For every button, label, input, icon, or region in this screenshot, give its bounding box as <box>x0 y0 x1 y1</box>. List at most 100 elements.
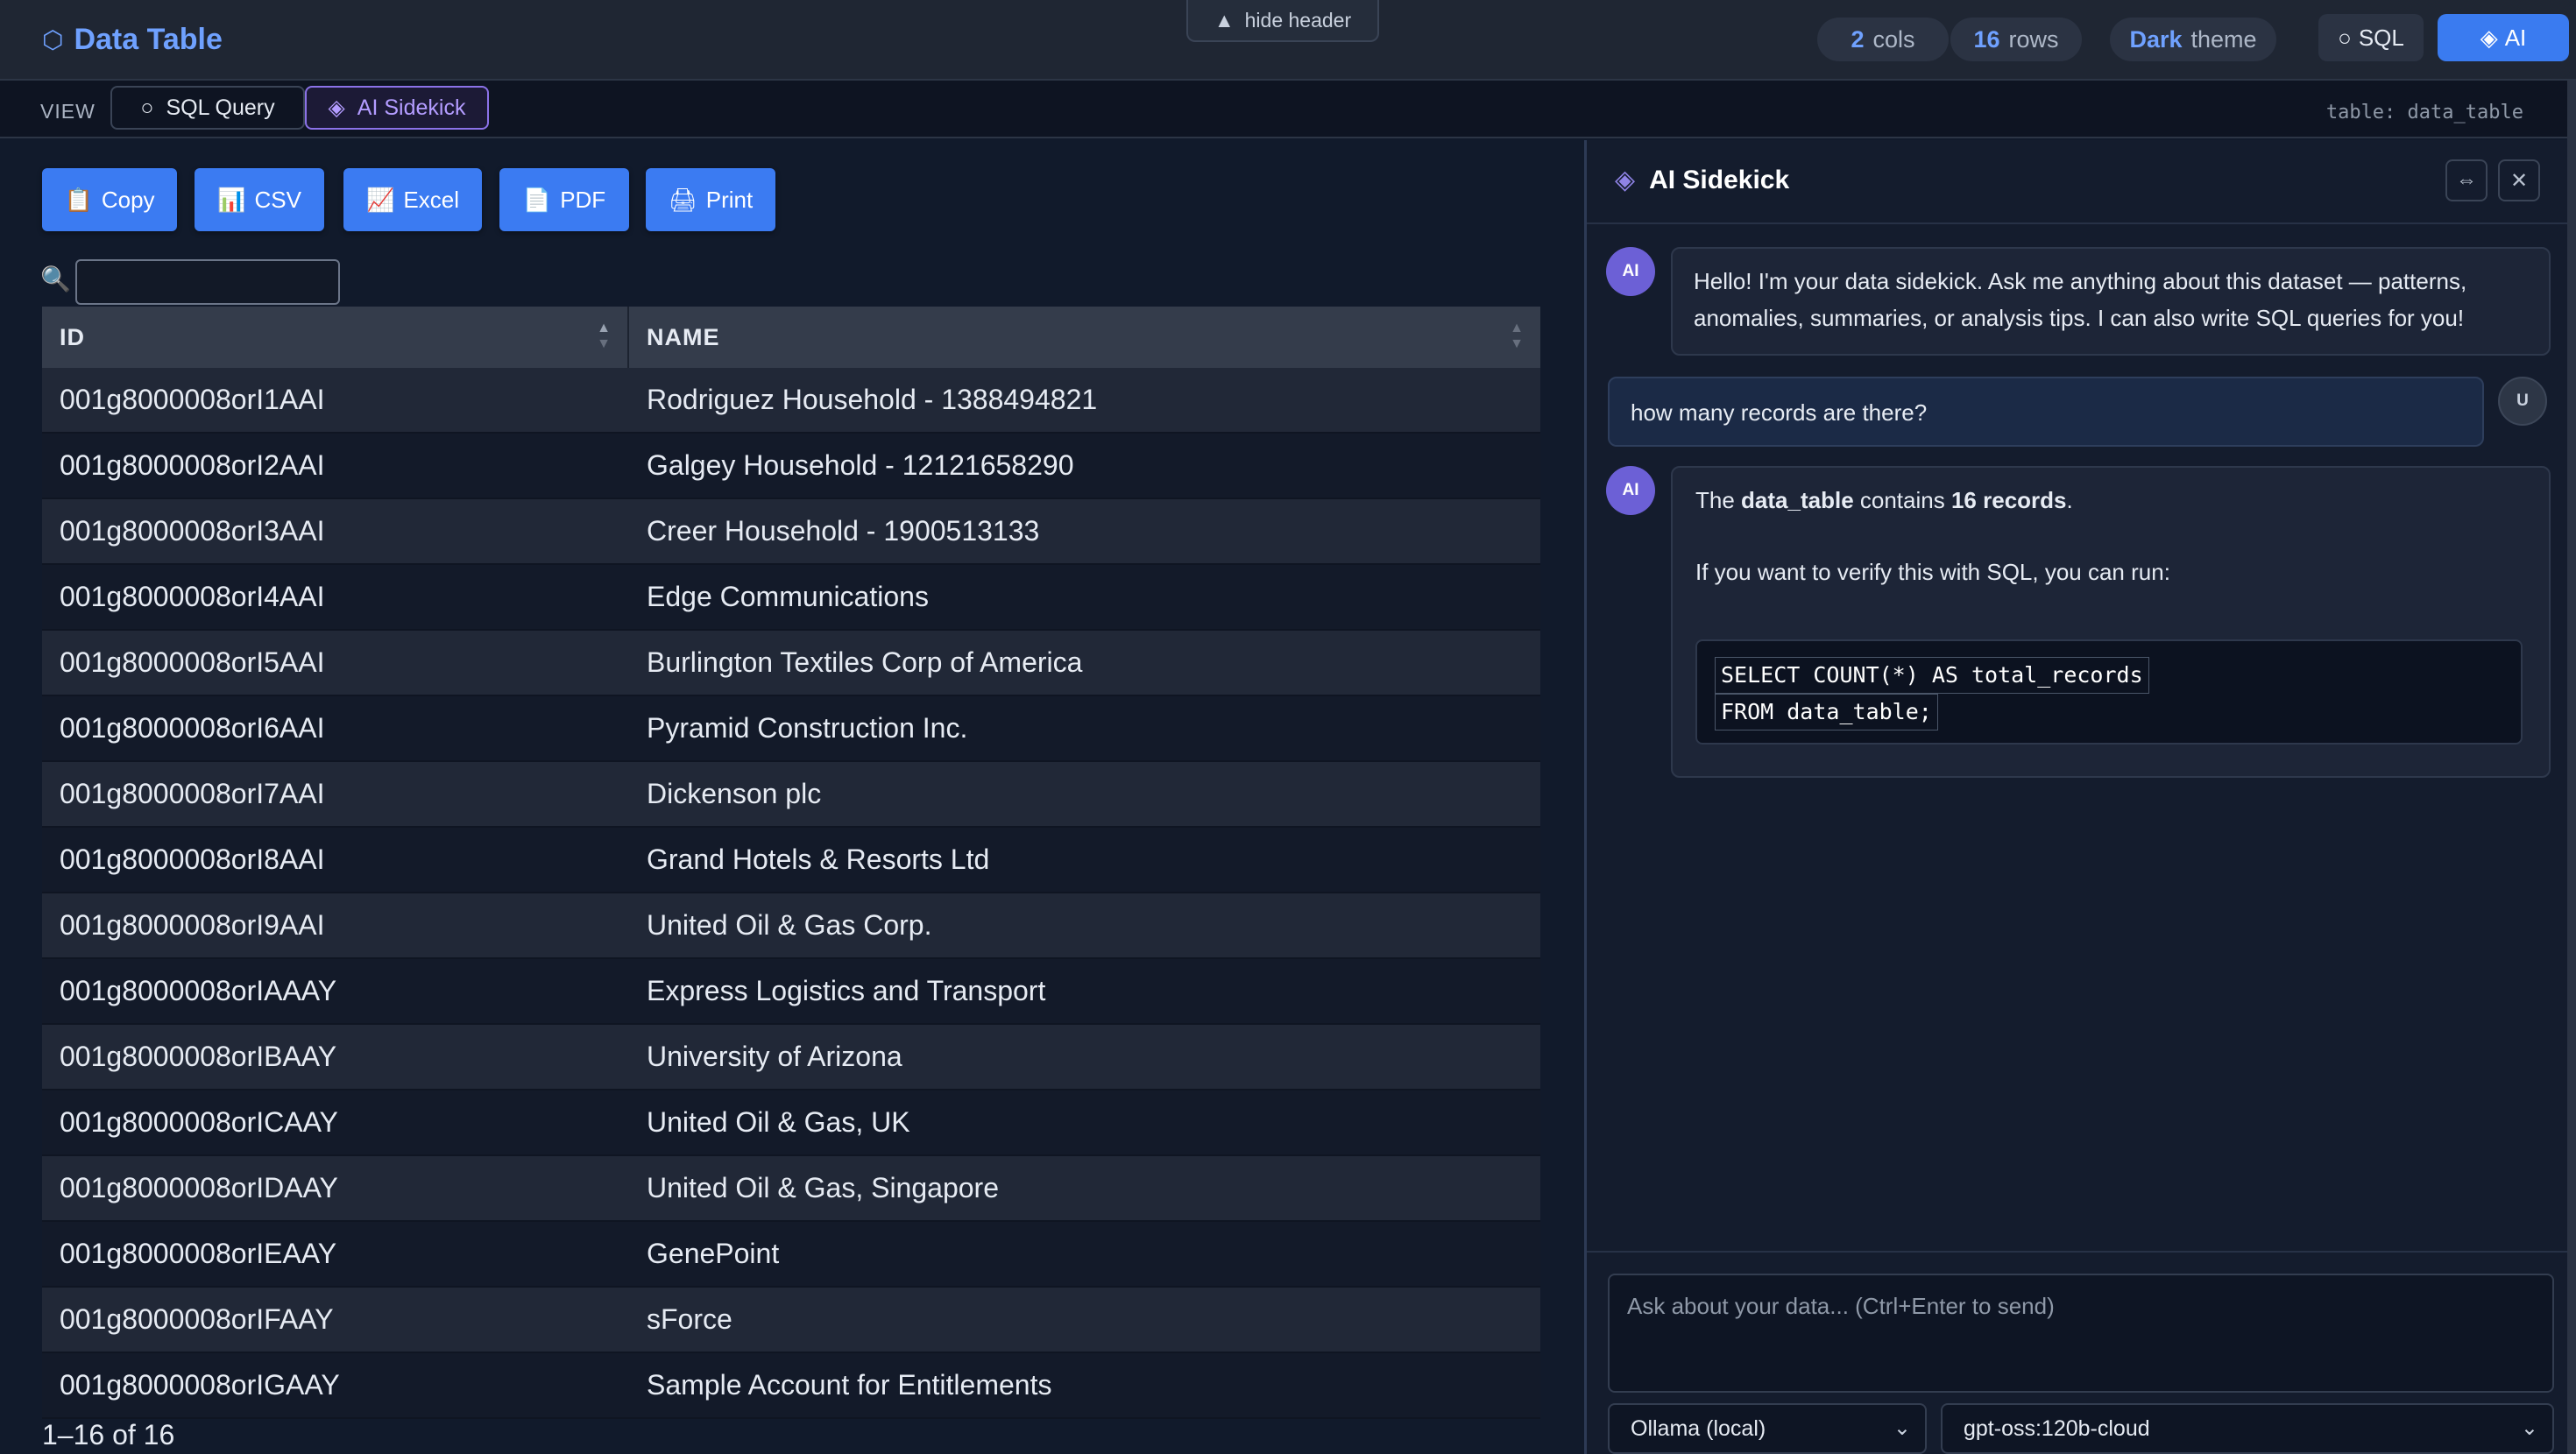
sql-button-label: SQL <box>2358 24 2404 51</box>
table-row[interactable]: 001g8000008orIAAAY Express Logistics and … <box>42 959 1540 1025</box>
code-line: SELECT COUNT(*) AS total_records <box>1715 657 2149 694</box>
column-header-id[interactable]: ID ▲ ▼ <box>42 307 629 368</box>
cell-id: 001g8000008orI7AAI <box>60 778 325 809</box>
column-header-name[interactable]: NAME ▲ ▼ <box>629 307 1540 368</box>
rows-count: 16 <box>1973 25 2000 53</box>
answer-count: 16 records <box>1950 487 2067 513</box>
cell-id: 001g8000008orI3AAI <box>60 515 325 547</box>
cell-name: United Oil & Gas Corp. <box>647 909 932 941</box>
ai-button[interactable]: ◈ AI <box>2438 14 2569 61</box>
table-row[interactable]: 001g8000008orIEAAY GenePoint <box>42 1222 1540 1288</box>
page-info: 1–16 of 16 <box>42 1419 175 1450</box>
tab-ai-sidekick-label: AI Sidekick <box>357 95 466 120</box>
excel-button[interactable]: 📈 Excel <box>343 168 482 231</box>
answer-table-name: data_table <box>1741 487 1854 513</box>
pdf-button[interactable]: 📄 PDF <box>499 168 629 231</box>
sidekick-title: ◈ AI Sidekick <box>1615 165 1789 195</box>
table-row[interactable]: 001g8000008orI5AAI Burlington Textiles Co… <box>42 631 1540 696</box>
table-row[interactable]: 001g8000008orIGAAY Sample Account for Ent… <box>42 1353 1540 1419</box>
answer-line: The data_table contains 16 records. <box>1695 482 2073 519</box>
model-select[interactable]: gpt-oss:120b-cloud ⌄ <box>1941 1403 2554 1454</box>
cell-id: 001g8000008orI4AAI <box>60 581 325 612</box>
table-row[interactable]: 001g8000008orI9AAI United Oil & Gas Corp. <box>42 893 1540 959</box>
cell-id: 001g8000008orI8AAI <box>60 843 325 875</box>
provider-select[interactable]: Ollama (local) ⌄ <box>1608 1403 1927 1454</box>
sidekick-header: ◈ AI Sidekick ⇔ ✕ <box>1587 140 2576 224</box>
excel-button-label: Excel <box>403 186 459 213</box>
circle-icon: ○ <box>2338 24 2352 51</box>
cols-label: cols <box>1872 25 1915 53</box>
cell-name: Pyramid Construction Inc. <box>647 712 968 744</box>
ai-avatar: AI <box>1606 466 1655 515</box>
answer-prefix: The <box>1695 487 1735 513</box>
cell-name: sForce <box>647 1303 732 1335</box>
sort-icon[interactable]: ▲ ▼ <box>597 321 612 352</box>
chevron-down-icon: ⌄ <box>1893 1416 1911 1440</box>
cell-name: Sample Account for Entitlements <box>647 1369 1052 1401</box>
provider-select-value: Ollama (local) <box>1631 1415 1766 1441</box>
tab-ai-sidekick[interactable]: ◈ AI Sidekick <box>305 86 489 130</box>
table-row[interactable]: 001g8000008orI7AAI Dickenson plc <box>42 762 1540 828</box>
ai-avatar: AI <box>1606 247 1655 296</box>
bar-chart-icon: 📊 <box>217 186 246 213</box>
table-row[interactable]: 001g8000008orIFAAY sForce <box>42 1288 1540 1353</box>
hide-header-button[interactable]: ▲ hide header <box>1186 0 1379 42</box>
theme-label: theme <box>2190 25 2257 53</box>
table-row[interactable]: 001g8000008orI6AAI Pyramid Construction I… <box>42 696 1540 762</box>
table-row[interactable]: 001g8000008orICAAY United Oil & Gas, UK <box>42 1090 1540 1156</box>
cell-name: Burlington Textiles Corp of America <box>647 646 1083 678</box>
theme-toggle[interactable]: Dark theme <box>2110 18 2276 61</box>
cell-name: GenePoint <box>647 1238 780 1269</box>
chat-input[interactable] <box>1608 1274 2554 1393</box>
csv-button[interactable]: 📊 CSV <box>195 168 324 231</box>
sidekick-footer: Ollama (local) ⌄ gpt-oss:120b-cloud ⌄ <box>1587 1251 2576 1454</box>
user-question-text: how many records are there? <box>1631 399 1928 426</box>
table-row[interactable]: 001g8000008orIDAAY United Oil & Gas, Sing… <box>42 1156 1540 1222</box>
search-input[interactable] <box>75 259 340 305</box>
hide-header-label: hide header <box>1244 8 1352 32</box>
table-row[interactable]: 001g8000008orI4AAI Edge Communications <box>42 565 1540 631</box>
app-title: ⬡ Data Table <box>42 19 223 60</box>
printer-icon: 🖨 <box>668 186 697 213</box>
tab-sql-query-label: SQL Query <box>166 95 275 120</box>
sort-icon[interactable]: ▲ ▼ <box>1510 321 1525 352</box>
resize-arrows-icon: ⇔ <box>2456 168 2477 192</box>
document-icon: 📄 <box>522 186 552 213</box>
column-header-name-label: NAME <box>647 323 720 350</box>
page-scrollbar[interactable] <box>2567 81 2576 1454</box>
sql-code-block[interactable]: SELECT COUNT(*) AS total_records FROM da… <box>1695 639 2523 745</box>
cell-name: United Oil & Gas, Singapore <box>647 1172 999 1203</box>
triangle-up-icon: ▲ <box>1214 8 1235 32</box>
copy-button-label: Copy <box>101 186 155 213</box>
table-row[interactable]: 001g8000008orI3AAI Creer Household - 1900… <box>42 499 1540 565</box>
ai-sidekick-panel: ◈ AI Sidekick ⇔ ✕ AI Hello! I'm your dat… <box>1584 140 2576 1454</box>
copy-button[interactable]: 📋 Copy <box>42 168 177 231</box>
cell-id: 001g8000008orI2AAI <box>60 449 325 481</box>
close-icon: ✕ <box>2509 168 2529 193</box>
cell-name: Creer Household - 1900513133 <box>647 515 1040 547</box>
diamond-icon: ◈ <box>1615 166 1636 194</box>
code-line: FROM data_table; <box>1715 694 1938 731</box>
sidekick-title-text: AI Sidekick <box>1649 165 1790 194</box>
cell-name: Grand Hotels & Resorts Ltd <box>647 843 990 875</box>
answer-mid: contains <box>1859 487 1945 513</box>
sql-button[interactable]: ○ SQL <box>2318 14 2424 61</box>
close-panel-button[interactable]: ✕ <box>2498 159 2540 201</box>
csv-button-label: CSV <box>254 186 301 213</box>
rows-badge: 16 rows <box>1950 18 2082 61</box>
print-button-label: Print <box>705 186 754 213</box>
ai-answer: The data_table contains 16 records. If y… <box>1671 466 2551 778</box>
cols-count: 2 <box>1851 25 1865 53</box>
table-row[interactable]: 001g8000008orI8AAI Grand Hotels & Resorts… <box>42 828 1540 893</box>
tab-sql-query[interactable]: ○ SQL Query <box>110 86 305 130</box>
cell-id: 001g8000008orIAAAY <box>60 975 337 1006</box>
cell-name: Dickenson plc <box>647 778 822 809</box>
table-row[interactable]: 001g8000008orI2AAI Galgey Household - 121… <box>42 434 1540 499</box>
answer-suffix: . <box>2066 487 2073 513</box>
table-row[interactable]: 001g8000008orIBAAY University of Arizona <box>42 1025 1540 1090</box>
print-button[interactable]: 🖨 Print <box>646 168 775 231</box>
view-label: VIEW <box>40 100 96 123</box>
expand-panel-button[interactable]: ⇔ <box>2445 159 2488 201</box>
cell-id: 001g8000008orIDAAY <box>60 1172 338 1203</box>
table-row[interactable]: 001g8000008orI1AAI Rodriguez Household - … <box>42 368 1540 434</box>
